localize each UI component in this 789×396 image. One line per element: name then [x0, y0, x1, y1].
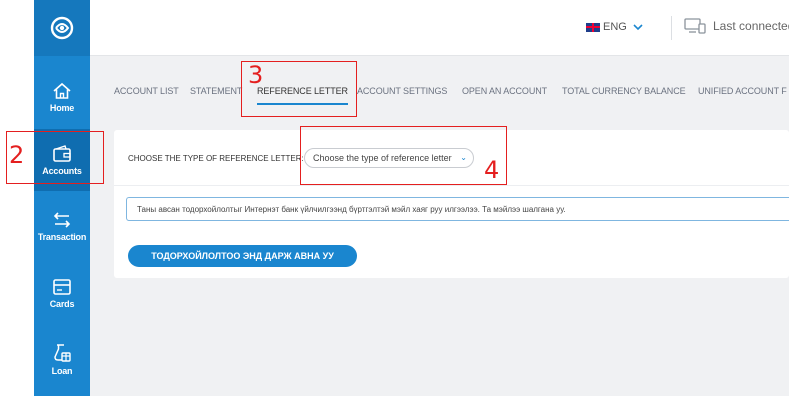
sidebar-item-label: Home	[49, 102, 75, 113]
sidebar-item-loan[interactable]: Loan	[34, 328, 90, 390]
sidebar-item-label: Transaction	[37, 231, 87, 242]
annotation-number: 2	[9, 141, 25, 169]
info-message: Таны авсан тодорхойлолтыг Интернэт банк …	[126, 197, 789, 221]
app-window: Home Accounts Transaction Cards Loan ENG…	[34, 0, 789, 396]
last-connected-label: Last connected	[713, 19, 789, 33]
tab-open-an-account[interactable]: OPEN AN ACCOUNT	[462, 86, 547, 96]
topbar-divider	[671, 16, 672, 40]
tab-account-settings[interactable]: ACCOUNT SETTINGS	[357, 86, 447, 96]
tab-statement[interactable]: STATEMENT	[190, 86, 242, 96]
bank-logo-icon[interactable]	[34, 0, 90, 56]
get-reference-button[interactable]: ТОДОРХОЙЛОЛТОО ЭНД ДАРЖ АВНА УУ	[128, 245, 357, 267]
sidebar-item-transaction[interactable]: Transaction	[34, 195, 90, 257]
reference-type-label: CHOOSE THE TYPE OF REFERENCE LETTER:	[128, 154, 304, 163]
annotation-number: 3	[248, 61, 264, 89]
top-bar: ENG Last connected	[90, 0, 789, 56]
sidebar: Home Accounts Transaction Cards Loan	[34, 0, 90, 396]
card-icon	[53, 278, 71, 295]
card-divider	[114, 185, 789, 186]
sidebar-item-label: Cards	[49, 298, 75, 309]
home-icon	[53, 82, 71, 99]
tab-account-list[interactable]: ACCOUNT LIST	[114, 86, 179, 96]
sidebar-item-label: Loan	[51, 365, 73, 376]
last-connected-info: Last connected	[684, 18, 789, 34]
tab-total-currency-balance[interactable]: TOTAL CURRENCY BALANCE	[562, 86, 686, 96]
chevron-down-icon	[633, 24, 643, 31]
tab-unified-account[interactable]: UNIFIED ACCOUNT F	[698, 86, 787, 96]
annotation-number: 4	[484, 156, 500, 184]
language-label: ENG	[603, 21, 627, 33]
transfer-arrows-icon	[53, 211, 71, 228]
language-selector[interactable]: ENG	[586, 21, 643, 33]
annotation-box-reference-select	[300, 126, 507, 185]
loan-icon	[54, 343, 71, 362]
uk-flag-icon	[586, 22, 600, 32]
sidebar-item-home[interactable]: Home	[34, 66, 90, 128]
devices-icon	[684, 18, 706, 34]
sidebar-item-cards[interactable]: Cards	[34, 262, 90, 324]
account-tabs: ACCOUNT LIST STATEMENT REFERENCE LETTER …	[90, 82, 789, 108]
